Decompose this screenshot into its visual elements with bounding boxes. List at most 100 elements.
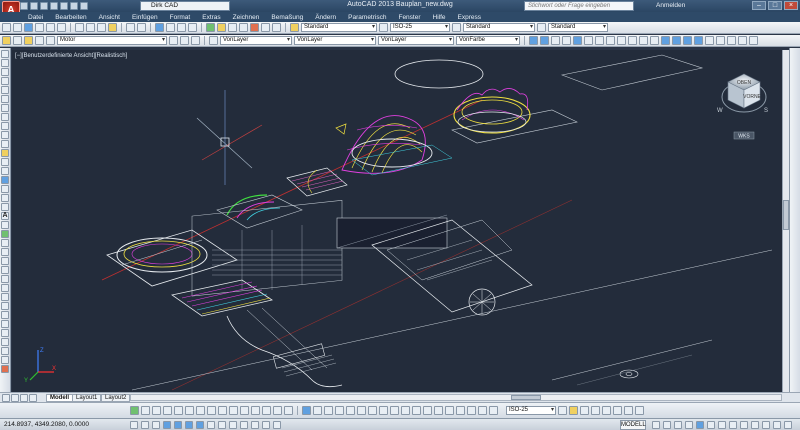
publish-icon[interactable] [57, 23, 66, 32]
layer-previous-icon[interactable] [180, 36, 189, 45]
close-icon[interactable]: × [784, 1, 798, 10]
spline-icon[interactable] [1, 122, 9, 130]
baseline-icon[interactable] [401, 406, 410, 415]
hidden-icon[interactable] [562, 36, 571, 45]
rectangle-icon[interactable] [1, 86, 9, 94]
view-se-iso-icon[interactable] [672, 36, 681, 45]
workspace-switching-icon[interactable] [696, 421, 704, 429]
join-icon[interactable] [1, 338, 9, 346]
menu-item-parametrisch[interactable]: Parametrisch [348, 14, 386, 21]
print-icon[interactable] [35, 23, 44, 32]
dim-style-manager-icon[interactable] [558, 406, 567, 415]
mleader-style-dropdown[interactable]: Standard [548, 23, 608, 32]
vertical-scrollbar[interactable] [782, 50, 789, 392]
explode-icon[interactable] [1, 365, 9, 373]
last-tab-icon[interactable] [29, 394, 37, 402]
paste-icon[interactable] [97, 23, 106, 32]
dim-style-dropdown[interactable]: ISO-25 [390, 23, 450, 32]
tool-palettes-icon[interactable] [228, 23, 237, 32]
distance-icon[interactable] [613, 406, 622, 415]
arc-icon[interactable] [1, 95, 9, 103]
redo-icon[interactable] [137, 23, 146, 32]
orbit-icon[interactable] [716, 36, 725, 45]
view-nw-iso-icon[interactable] [694, 36, 703, 45]
trim-icon[interactable] [229, 406, 238, 415]
view-sw-iso-icon[interactable] [661, 36, 670, 45]
annotation-visibility-icon[interactable] [685, 421, 693, 429]
menu-item-hilfe[interactable]: Hilfe [433, 14, 446, 21]
menu-item-extras[interactable]: Extras [202, 14, 220, 21]
list-icon[interactable] [602, 406, 611, 415]
camera-icon[interactable] [705, 36, 714, 45]
cut-icon[interactable] [75, 23, 84, 32]
polygon-icon[interactable] [1, 77, 9, 85]
menu-item-datei[interactable]: Datei [28, 14, 43, 21]
dim-text-edit-icon[interactable] [478, 406, 487, 415]
diameter-icon[interactable] [368, 406, 377, 415]
chamfer-icon[interactable] [273, 406, 282, 415]
fullscreen-icon[interactable] [784, 421, 792, 429]
drawing-canvas[interactable]: OBEN VORNE W S WKS Z X Y [12, 50, 782, 392]
hardware-acceleration-icon[interactable] [718, 421, 726, 429]
view-front-icon[interactable] [639, 36, 648, 45]
dim-update-icon[interactable] [489, 406, 498, 415]
coordinate-readout[interactable]: 214.8937, 4349.2080, 0.0000 [4, 421, 89, 428]
angular-icon[interactable] [379, 406, 388, 415]
maximize-icon[interactable]: □ [768, 1, 782, 10]
infer-constraints-toggle[interactable] [130, 421, 138, 429]
add-selected-icon[interactable] [1, 221, 9, 229]
menu-item-express[interactable]: Express [458, 14, 481, 21]
quick-view-layouts-icon[interactable] [652, 421, 660, 429]
layer-isolate-icon[interactable] [191, 36, 200, 45]
redo-icon[interactable] [80, 2, 88, 10]
move-icon[interactable] [1, 275, 9, 283]
workspace-dropdown[interactable]: Dirk CAD [140, 1, 230, 11]
new-file-icon[interactable] [20, 2, 28, 10]
ellipse-icon[interactable] [1, 131, 9, 139]
help-search-input[interactable]: Stichwort oder Frage eingeben [524, 1, 634, 11]
text-style-dropdown[interactable]: Standard [301, 23, 377, 32]
make-current-icon[interactable] [169, 36, 178, 45]
linetype-dropdown[interactable]: VonLayer [294, 36, 376, 45]
drawing-viewport[interactable]: OBEN VORNE W S WKS Z X Y [−][Benutzerdef… [12, 50, 782, 392]
signin-link[interactable]: Anmelden [656, 0, 685, 12]
scale-icon[interactable] [207, 406, 216, 415]
viewcube[interactable]: OBEN VORNE W S WKS [717, 73, 768, 140]
table-icon[interactable] [1, 203, 9, 211]
viewport-controls-label[interactable]: [−][Benutzerdefinierte Ansicht][Realisti… [15, 53, 127, 59]
sheet-set-icon[interactable] [239, 23, 248, 32]
line-icon[interactable] [1, 50, 9, 58]
mirror-icon[interactable] [1, 248, 9, 256]
construction-line-icon[interactable] [1, 59, 9, 67]
layer-manager-icon[interactable] [2, 36, 11, 45]
make-block-icon[interactable] [1, 158, 9, 166]
snap-mode-toggle[interactable] [141, 421, 149, 429]
quick-dim-icon[interactable] [390, 406, 399, 415]
pan-icon[interactable] [155, 23, 164, 32]
mirror-icon[interactable] [152, 406, 161, 415]
lightbulb-icon[interactable] [24, 36, 33, 45]
move-icon[interactable] [185, 406, 194, 415]
next-tab-icon[interactable] [20, 394, 28, 402]
view-right-icon[interactable] [628, 36, 637, 45]
markup-icon[interactable] [250, 23, 259, 32]
preview-icon[interactable] [46, 23, 55, 32]
fillet-icon[interactable] [284, 406, 293, 415]
revision-cloud-icon[interactable] [1, 113, 9, 121]
quick-view-drawings-icon[interactable] [663, 421, 671, 429]
rotate-icon[interactable] [196, 406, 205, 415]
area-icon[interactable] [624, 406, 633, 415]
break-icon[interactable] [251, 406, 260, 415]
zoom-previous-icon[interactable] [188, 23, 197, 32]
save-icon[interactable] [40, 2, 48, 10]
sun-icon[interactable] [35, 36, 44, 45]
offset-icon[interactable] [163, 406, 172, 415]
menu-item-einfügen[interactable]: Einfügen [132, 14, 158, 21]
wireframe-icon[interactable] [551, 36, 560, 45]
jogged-icon[interactable] [357, 406, 366, 415]
ortho-mode-toggle[interactable] [163, 421, 171, 429]
3d-object-snap-toggle[interactable] [196, 421, 204, 429]
match-icon[interactable] [591, 406, 600, 415]
erase-icon[interactable] [1, 230, 9, 238]
view-left-icon[interactable] [617, 36, 626, 45]
